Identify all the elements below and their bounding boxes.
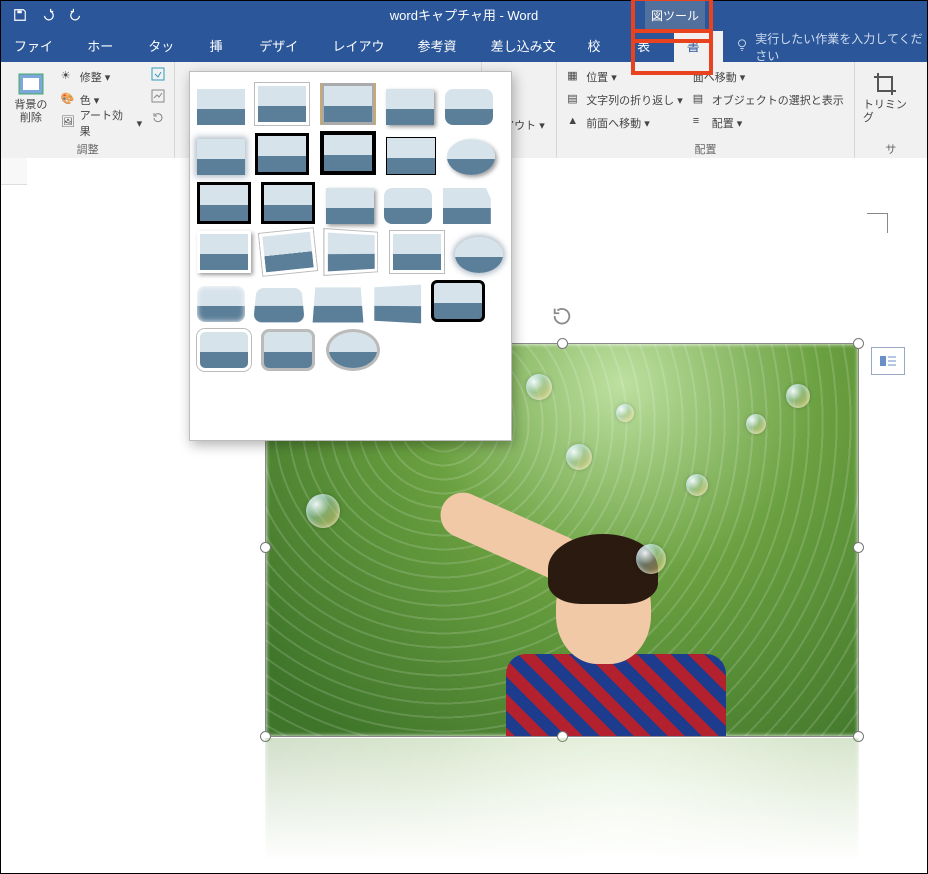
tab-layout[interactable]: レイアウト (319, 31, 404, 62)
document-title: wordキャプチャ用 - Word (1, 1, 927, 31)
style-metal-rounded[interactable] (261, 330, 315, 370)
undo-icon[interactable] (41, 8, 55, 25)
reset-picture-icon[interactable] (150, 110, 166, 129)
position-icon: ▦ (567, 69, 583, 85)
picture-tools-context-tab[interactable]: 図ツール (645, 1, 705, 31)
style-center-shadow[interactable] (326, 186, 374, 226)
resize-handle-r[interactable] (853, 542, 864, 553)
resize-handle-t[interactable] (557, 338, 568, 349)
resize-handle-l[interactable] (260, 542, 271, 553)
chevron-down-icon: ▾ (644, 117, 650, 130)
style-thick-matte-black[interactable] (320, 133, 376, 173)
tab-format[interactable]: 書式 (674, 31, 724, 62)
group-label-adjust: 調整 (9, 141, 166, 157)
crop-icon (870, 69, 900, 99)
picture-styles-dropdown[interactable] (189, 71, 512, 441)
title-bar: wordキャプチャ用 - Word 図ツール (1, 1, 927, 31)
style-bevel-rect[interactable] (197, 284, 245, 324)
style-perspective-white[interactable] (326, 232, 380, 272)
style-soft-oval[interactable] (455, 235, 503, 275)
layout-options-button[interactable] (871, 347, 905, 375)
style-simple-black[interactable] (386, 136, 436, 176)
quick-access-toolbar (1, 8, 83, 25)
style-double-frame-black[interactable] (255, 134, 309, 174)
group-size: トリミング サ (855, 62, 927, 158)
style-bevel-persp[interactable] (255, 284, 303, 324)
crop-button[interactable]: トリミング (863, 66, 907, 125)
reflection-fade (265, 738, 859, 868)
tab-file[interactable]: ファイル (1, 31, 74, 62)
style-drop-shadow[interactable] (386, 87, 434, 127)
tab-design[interactable]: デザイン (246, 31, 319, 62)
save-icon[interactable] (13, 8, 27, 25)
send-backward-button-partial[interactable]: 面へ移動 ▾ (691, 66, 846, 88)
group-adjust: 背景の 削除 ☀修整 ▾ 🎨色 ▾ 🖼アート効果 ▾ 調整 (1, 62, 175, 158)
tab-home[interactable]: ホーム (74, 31, 135, 62)
style-relaxed-white[interactable] (390, 232, 444, 272)
tell-me-placeholder: 実行したい作業を入力してください (755, 30, 927, 64)
tab-review[interactable]: 校閲 (574, 31, 624, 62)
chevron-down-icon: ▾ (94, 94, 100, 107)
selection-pane-button[interactable]: ▤オブジェクトの選択と表示 (691, 89, 846, 111)
wrap-text-button[interactable]: ▤文字列の折り返し ▾ (565, 89, 685, 111)
style-compound-black[interactable] (197, 183, 251, 223)
resize-handle-tr[interactable] (853, 338, 864, 349)
chevron-down-icon: ▾ (737, 117, 743, 130)
align-icon: ≡ (693, 115, 709, 131)
forward-icon: ▲ (567, 115, 583, 131)
redo-icon[interactable] (69, 8, 83, 25)
tab-touch[interactable]: タッチ (135, 31, 196, 62)
style-rotated-white[interactable] (261, 232, 315, 272)
group-label-arrange: 配置 (565, 141, 846, 157)
artistic-effects-button[interactable]: 🖼アート効果 ▾ (59, 112, 144, 134)
chevron-down-icon: ▾ (539, 119, 545, 132)
position-button[interactable]: ▦位置 ▾ (565, 66, 685, 88)
style-bevel-left-persp[interactable] (372, 284, 420, 324)
change-picture-icon[interactable] (150, 88, 166, 107)
compress-picture-icon[interactable] (150, 66, 166, 85)
wrap-icon: ▤ (567, 92, 583, 108)
style-beveled-matte[interactable] (255, 84, 309, 124)
tab-references[interactable]: 参考資料 (404, 31, 477, 62)
style-metal-oval[interactable] (326, 330, 380, 370)
style-moderate-black[interactable] (261, 183, 315, 223)
style-metal-frame[interactable] (320, 83, 376, 125)
bring-forward-button[interactable]: ▲前面へ移動 ▾ (565, 112, 685, 134)
style-rounded-diag[interactable] (384, 186, 432, 226)
style-reflected-rounded[interactable] (445, 87, 493, 127)
group-arrange: ▦位置 ▾ ▤文字列の折り返し ▾ ▲前面へ移動 ▾ 面へ移動 ▾ ▤オブジェク… (557, 62, 855, 158)
chevron-down-icon: ▾ (105, 71, 111, 84)
ribbon-tabs: ファイル ホーム タッチ 挿入 デザイン レイアウト 参考資料 差し込み文書 校… (1, 31, 927, 62)
style-soft-edge[interactable] (197, 137, 245, 177)
tab-mailings[interactable]: 差し込み文書 (478, 31, 575, 62)
align-button[interactable]: ≡配置 ▾ (691, 112, 846, 134)
style-reflected-persp[interactable] (314, 284, 362, 324)
chevron-down-icon: ▾ (611, 71, 617, 84)
tab-insert[interactable]: 挿入 (197, 31, 247, 62)
style-beveled-oval[interactable] (447, 137, 495, 177)
chevron-down-icon: ▾ (137, 117, 143, 130)
style-moderate-white[interactable] (197, 232, 251, 272)
tab-view[interactable]: 表示 (624, 31, 674, 62)
rotate-handle[interactable] (551, 305, 573, 332)
chevron-down-icon: ▾ (677, 94, 683, 107)
ruler-corner (1, 158, 28, 185)
style-simple-frame[interactable] (197, 87, 245, 127)
tell-me-box[interactable]: 実行したい作業を入力してください (735, 30, 927, 64)
picture-icon: 🖼 (61, 115, 77, 131)
lightbulb-icon (735, 38, 749, 55)
remove-background-button[interactable]: 背景の 削除 (9, 66, 53, 125)
style-reflected-bevel-black[interactable] (431, 281, 485, 321)
corrections-button[interactable]: ☀修整 ▾ (59, 66, 144, 88)
style-snip-diag[interactable] (443, 186, 491, 226)
group-label-size: サ (863, 141, 919, 157)
remove-background-icon (16, 69, 46, 99)
sun-icon: ☀ (61, 69, 77, 85)
selection-pane-icon: ▤ (693, 92, 709, 108)
chevron-down-icon: ▾ (740, 71, 746, 84)
style-reflected-bevel-white[interactable] (197, 330, 251, 370)
palette-icon: 🎨 (61, 92, 77, 108)
